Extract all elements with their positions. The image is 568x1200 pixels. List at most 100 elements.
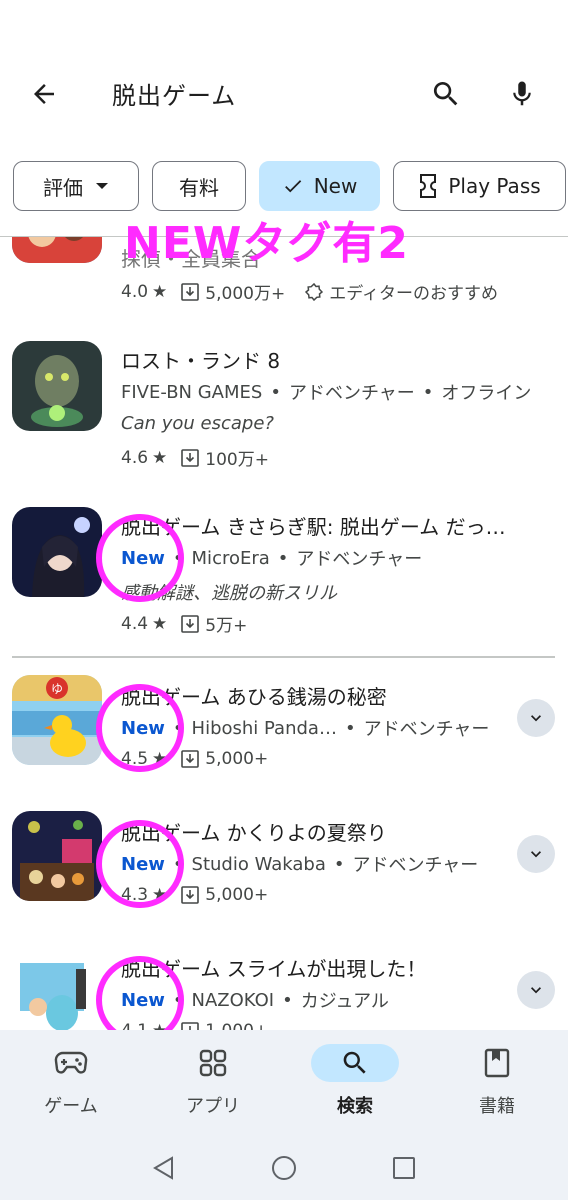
separator: • <box>277 547 289 569</box>
filter-chip-paid[interactable]: 有料 <box>152 161 246 211</box>
list-item[interactable]: ロスト・ランド 8 FIVE-BN GAMES • アドベンチャー • オフライ… <box>0 329 568 479</box>
app-category: アドベンチャー <box>363 719 490 740</box>
developer-name: Studio Wakaba <box>191 853 326 875</box>
list-item[interactable]: 脱出ゲーム きさらぎ駅: 脱出ゲーム だっ… New • MicroEra • … <box>0 495 568 645</box>
voice-search-button[interactable] <box>500 72 544 116</box>
dropdown-arrow-icon <box>95 181 109 191</box>
app-category: アドベンチャー <box>288 383 415 404</box>
play-pass-ticket-icon <box>418 173 438 199</box>
filter-chips: 評価 有料 New Play Pass <box>0 161 568 213</box>
app-category: アドベンチャー <box>296 549 423 570</box>
rating-value: 4.4 <box>121 613 149 634</box>
developer-name: MicroEra <box>191 547 270 569</box>
annotation-circle <box>96 820 184 908</box>
nav-item-games[interactable]: ゲーム <box>0 1030 142 1130</box>
system-home-button[interactable] <box>266 1150 302 1186</box>
nav-pill <box>453 1044 541 1082</box>
nav-item-apps[interactable]: アプリ <box>142 1030 284 1130</box>
arrow-back-icon <box>34 84 54 104</box>
download-count: 1,000+ <box>205 1021 268 1030</box>
search-icon <box>343 1051 366 1074</box>
developer-name: FIVE-BN GAMES <box>121 381 263 403</box>
system-recents-button[interactable] <box>386 1150 422 1186</box>
chevron-down-icon <box>531 851 541 858</box>
filter-chip-label: Play Pass <box>448 174 541 198</box>
nav-pill <box>169 1044 257 1082</box>
bottom-navigation: ゲーム アプリ 検索 書籍 <box>0 1030 568 1130</box>
star-icon: ★ <box>152 447 168 468</box>
apps-grid-icon <box>199 1049 227 1077</box>
search-query[interactable]: 脱出ゲーム <box>112 76 236 111</box>
download-icon <box>181 282 200 301</box>
app-stats: 4.6 ★ 100万+ <box>121 445 269 471</box>
app-title: ロスト・ランド 8 <box>121 349 281 373</box>
list-item[interactable]: 脱出ゲーム かくりよの夏祭り New • Studio Wakaba • アドベ… <box>0 801 568 931</box>
separator: • <box>422 381 434 403</box>
editors-choice-badge: エディターのおすすめ <box>329 284 499 304</box>
check-icon <box>282 175 304 197</box>
download-icon <box>181 1022 200 1030</box>
nav-item-books[interactable]: 書籍 <box>426 1030 568 1130</box>
list-item[interactable]: ゆ 脱出ゲーム あひる銭湯の秘密 New • Hiboshi Panda… • … <box>0 665 568 795</box>
annotation-circle <box>96 514 184 602</box>
square-recents-icon <box>393 1157 415 1179</box>
expand-button[interactable] <box>517 699 555 737</box>
download-count: 5万+ <box>205 616 248 636</box>
chevron-down-icon <box>531 987 541 994</box>
chevron-down-icon <box>531 715 541 722</box>
download-icon <box>181 614 200 633</box>
app-stats: 4.4 ★ 5万+ <box>121 611 248 637</box>
app-icon <box>12 811 102 901</box>
download-icon <box>181 886 200 904</box>
nav-label: 書籍 <box>479 1096 515 1117</box>
app-stats: 4.0 ★ 5,000万+ エディターのおすすめ <box>121 279 499 305</box>
filter-chip-play-pass[interactable]: Play Pass <box>393 161 566 211</box>
app-description: Can you escape? <box>121 413 274 434</box>
annotation-title: NEWタグ有2 <box>124 218 410 269</box>
list-item[interactable]: 脱出ゲーム スライムが出現した！ New • NAZOKOI • カジュアル 4… <box>0 937 568 1030</box>
nav-item-search[interactable]: 検索 <box>284 1030 426 1130</box>
download-count: 5,000万+ <box>205 284 286 304</box>
separator: • <box>333 853 345 875</box>
nav-label: ゲーム <box>44 1096 98 1117</box>
nav-label: 検索 <box>337 1096 373 1117</box>
editors-choice-icon <box>305 282 324 301</box>
filter-chip-rating[interactable]: 評価 <box>13 161 139 211</box>
svg-text:ゆ: ゆ <box>51 682 63 696</box>
book-icon <box>484 1048 510 1078</box>
app-category: カジュアル <box>300 991 389 1012</box>
gamepad-icon <box>54 1051 88 1074</box>
app-icon <box>12 949 102 1030</box>
expand-button[interactable] <box>517 971 555 1009</box>
expand-button[interactable] <box>517 835 555 873</box>
app-category: アドベンチャー <box>352 855 479 876</box>
app-icon <box>12 341 102 431</box>
download-icon <box>181 750 200 768</box>
download-icon <box>181 448 200 467</box>
rating-value: 4.0 <box>121 281 149 302</box>
app-meta: FIVE-BN GAMES • アドベンチャー • オフライン <box>121 379 531 405</box>
annotation-circle <box>96 684 184 772</box>
triangle-back-icon <box>153 1156 173 1180</box>
app-icon: ゆ <box>12 675 102 765</box>
star-icon: ★ <box>152 281 168 302</box>
system-back-button[interactable] <box>146 1150 182 1186</box>
filter-chip-label: 評価 <box>43 175 83 200</box>
star-icon: ★ <box>152 613 168 634</box>
nav-pill <box>27 1044 115 1082</box>
download-count: 100万+ <box>205 450 269 470</box>
section-divider <box>12 656 555 658</box>
app-title: 脱出ゲーム きさらぎ駅: 脱出ゲーム だっ… <box>121 515 506 539</box>
filter-chip-label: New <box>313 174 358 198</box>
nav-pill-active <box>311 1044 399 1082</box>
search-bar: 脱出ゲーム <box>0 60 568 126</box>
back-button[interactable] <box>22 72 66 116</box>
filter-chip-new[interactable]: New <box>259 161 380 211</box>
rating-value: 4.6 <box>121 447 149 468</box>
system-navigation <box>0 1130 568 1200</box>
search-results-list: 探偵・全員集合 4.0 ★ 5,000万+ エディターのおすすめ ロスト・ランド… <box>0 237 568 1030</box>
developer-name: Hiboshi Panda… <box>191 717 337 739</box>
search-icon <box>433 82 458 106</box>
search-button[interactable] <box>424 72 468 116</box>
separator: • <box>282 989 293 1011</box>
